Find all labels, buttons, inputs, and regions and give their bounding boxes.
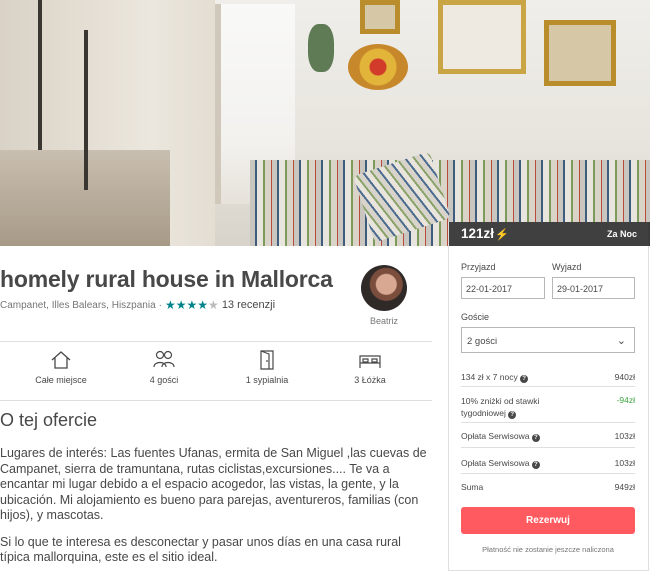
- checkout-input[interactable]: 29-01-2017: [552, 277, 635, 299]
- star-icon: ★: [164, 298, 176, 312]
- guests-label: Goście: [461, 312, 490, 322]
- instant-book-icon: ⚡: [495, 229, 509, 241]
- house-icon: [51, 351, 71, 369]
- separator: ·: [158, 299, 162, 311]
- price-row-service-fee: Opłata Serwisowa ? 103zł: [461, 458, 635, 469]
- host-avatar[interactable]: [361, 265, 407, 311]
- reviews-link[interactable]: 13 recenzji: [222, 299, 275, 311]
- checkin-input[interactable]: 22-01-2017: [461, 277, 545, 299]
- amenity-entire-place: Całe miejsce: [16, 350, 106, 385]
- listing-title: homely rural house in Mallorca: [0, 266, 333, 292]
- star-empty-icon: ★: [208, 298, 219, 312]
- star-icon: ★: [197, 298, 209, 312]
- divider: [0, 341, 432, 342]
- amenities-row: Całe miejsce 4 gości 1 sypialnia 3 Łóżka: [0, 350, 430, 392]
- info-icon[interactable]: ?: [508, 411, 517, 419]
- host-name[interactable]: Beatriz: [360, 316, 408, 326]
- price-row-discount: 10% zniżki od stawki tygodniowej ?: [461, 396, 540, 419]
- door-icon: [260, 350, 274, 370]
- amenity-beds: 3 Łóżka: [325, 350, 415, 385]
- about-paragraph: Si lo que te interesa es desconectar y p…: [0, 534, 401, 565]
- price-row-nights: 134 zł x 7 nocy ? 940zł: [461, 372, 635, 383]
- listing-photo[interactable]: [0, 0, 650, 246]
- price-row-total: Suma 949zł: [461, 482, 635, 492]
- star-icon: ★: [186, 298, 198, 312]
- checkout-label: Wyjazd: [552, 262, 582, 272]
- amenity-bedrooms: 1 sypialnia: [222, 350, 312, 385]
- price-row-service-fee: Opłata Serwisowa ? 103zł: [461, 431, 635, 442]
- payment-note: Płatność nie zostanie jeszcze naliczona: [482, 545, 614, 554]
- rating-stars: ★★★★★: [165, 298, 219, 312]
- guests-icon: [153, 350, 175, 368]
- divider: [0, 400, 432, 401]
- nightly-price: 121zł⚡: [461, 226, 509, 241]
- star-icon: ★: [175, 298, 187, 312]
- guests-select[interactable]: 2 gości ⌄: [461, 327, 635, 353]
- info-icon[interactable]: ?: [531, 461, 540, 469]
- about-heading: O tej ofercie: [0, 410, 98, 430]
- bed-icon: [359, 355, 381, 368]
- per-night-label: Za Noc: [606, 229, 637, 239]
- discount-value: -94zł: [616, 395, 635, 405]
- checkin-label: Przyjazd: [461, 262, 496, 272]
- booking-panel: 121zł⚡ Za Noc Przyjazd Wyjazd 22-01-2017…: [448, 222, 650, 571]
- reserve-button[interactable]: Rezerwuj: [461, 507, 635, 534]
- listing-meta: Campanet, Illes Balears, Hiszpania · ★★★…: [0, 298, 275, 312]
- info-icon[interactable]: ?: [520, 375, 529, 383]
- about-description: Lugares de interés: Las fuentes Ufanas, …: [0, 446, 432, 571]
- price-bar: 121zł⚡ Za Noc: [449, 222, 650, 246]
- location-text: Campanet, Illes Balears, Hiszpania: [0, 299, 156, 311]
- amenity-guests: 4 gości: [119, 350, 209, 385]
- about-paragraph: Lugares de interés: Las fuentes Ufanas, …: [0, 446, 427, 522]
- chevron-down-icon: ⌄: [616, 335, 626, 347]
- info-icon[interactable]: ?: [531, 434, 540, 442]
